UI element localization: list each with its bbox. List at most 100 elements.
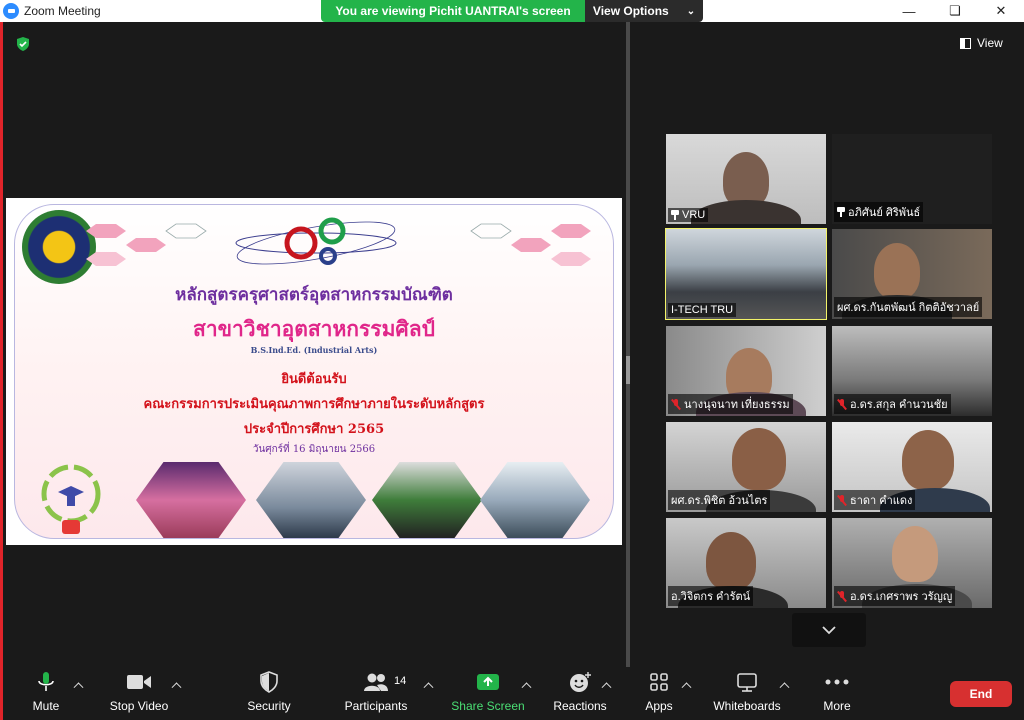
participant-name-tag: อ.ดร.เกศราพร วรัญญู xyxy=(834,586,956,606)
chevron-down-icon xyxy=(822,626,836,635)
participant-tile[interactable]: อภิศันย์ ศิริพันธ์ xyxy=(832,134,992,224)
person xyxy=(732,428,786,490)
whiteboard-icon xyxy=(737,673,757,692)
slide-welcome: ยินดีต้อนรับ xyxy=(281,372,347,387)
panel-divider[interactable] xyxy=(626,22,630,667)
slide-date: วันศุกร์ที่ 16 มิถุนายน 2566 xyxy=(252,444,376,455)
participant-name: อ.ดร.เกศราพร วรัญญู xyxy=(850,591,953,603)
person xyxy=(874,243,920,299)
view-options-label: View Options xyxy=(592,4,669,18)
video-options-caret[interactable] xyxy=(169,677,183,691)
slide-degree: B.S.Ind.Ed. (Industrial Arts) xyxy=(250,345,378,355)
participant-name: ธาดา คำแดง xyxy=(850,495,913,507)
participants-icon xyxy=(364,673,388,691)
participant-name-tag: ธาดา คำแดง xyxy=(834,490,916,510)
gallery-next-button[interactable] xyxy=(792,613,866,647)
participant-name: นางนุจนาท เที่ยงธรรม xyxy=(684,399,790,411)
mic-off-icon xyxy=(837,398,847,410)
participant-name-tag: อ.ดร.สกุล คำนวนชัย xyxy=(834,394,951,414)
participant-tile[interactable]: นางนุจนาท เที่ยงธรรม xyxy=(666,326,826,416)
hexagon-pattern-left xyxy=(86,223,207,266)
chevron-down-icon: ⌄ xyxy=(686,5,696,17)
mic-off-icon xyxy=(837,494,847,506)
hexagon-pattern-right xyxy=(470,223,591,266)
share-options-caret[interactable] xyxy=(519,677,533,691)
share-screen-label: Share Screen xyxy=(451,699,525,713)
participant-tile[interactable]: ผศ.ดร.กันตพัฒน์ กิตติอัชวาลย์ xyxy=(832,229,992,319)
participant-tile[interactable]: อ.วิจิตกร คำรัตน์ xyxy=(666,518,826,608)
smiley-icon xyxy=(570,672,591,692)
participant-count: 14 xyxy=(394,675,407,687)
participant-name-tag: นางนุจนาท เที่ยงธรรม xyxy=(668,394,793,414)
more-button[interactable]: More xyxy=(819,667,855,720)
video-camera-icon xyxy=(127,675,151,689)
participant-name: อภิศันย์ ศิริพันธ์ xyxy=(848,207,921,219)
participant-name-tag: อ.วิจิตกร คำรัตน์ xyxy=(668,586,754,606)
security-button[interactable]: Security xyxy=(246,667,292,720)
participant-name: I-TECH TRU xyxy=(671,304,734,316)
share-screen-button[interactable]: Share Screen xyxy=(451,667,525,720)
apps-options-caret[interactable] xyxy=(679,677,693,691)
whiteboards-button[interactable]: Whiteboards xyxy=(711,667,783,720)
apps-button[interactable]: Apps xyxy=(639,667,679,720)
more-label: More xyxy=(823,699,851,713)
minimize-icon[interactable]: — xyxy=(886,0,932,22)
stop-video-label: Stop Video xyxy=(109,699,169,713)
meeting-toolbar: Mute Stop Video Security Participants 14… xyxy=(3,667,1024,720)
participant-tile[interactable]: VRU xyxy=(666,134,826,224)
participant-name: ผศ.ดร.กันตพัฒน์ กิตติอัชวาลย์ xyxy=(837,302,980,314)
audio-options-caret[interactable] xyxy=(71,677,85,691)
reactions-button[interactable]: Reactions xyxy=(551,667,609,720)
participant-name: VRU xyxy=(682,209,706,221)
mic-off-icon xyxy=(837,590,847,602)
mute-button[interactable]: Mute xyxy=(23,667,69,720)
person xyxy=(892,526,938,582)
more-dots-icon xyxy=(825,679,849,685)
participants-label: Participants xyxy=(344,699,408,713)
pin-icon xyxy=(671,210,679,220)
person xyxy=(902,430,954,490)
participant-tile[interactable]: ธาดา คำแดง xyxy=(832,422,992,512)
participants-options-caret[interactable] xyxy=(421,677,435,691)
participant-name-tag: ผศ.ดร.กันตพัฒน์ กิตติอัชวาลย์ xyxy=(834,297,983,317)
divider-handle[interactable] xyxy=(626,356,630,384)
participant-name: อ.ดร.สกุล คำนวนชัย xyxy=(850,399,948,411)
apps-icon xyxy=(650,673,668,691)
mute-label: Mute xyxy=(32,699,60,713)
shield-icon xyxy=(17,37,29,51)
participant-name-tag: I-TECH TRU xyxy=(668,303,737,317)
whiteboards-options-caret[interactable] xyxy=(777,677,791,691)
slide-major-title: สาขาวิชาอุตสาหกรรมศิลป์ xyxy=(193,316,435,341)
participant-tile-active-speaker[interactable]: I-TECH TRU xyxy=(665,228,827,320)
view-button[interactable]: View xyxy=(960,33,1003,53)
security-label: Security xyxy=(247,699,291,713)
participant-name-tag: อภิศันย์ ศิริพันธ์ xyxy=(834,202,924,222)
slide-committee: คณะกรรมการประเมินคุณภาพการศึกษาภายในระดั… xyxy=(143,397,485,412)
view-label: View xyxy=(977,36,1003,50)
participant-tile[interactable]: อ.ดร.สกุล คำนวนชัย xyxy=(832,326,992,416)
participant-name-tag: VRU xyxy=(668,208,709,222)
stop-video-button[interactable]: Stop Video xyxy=(107,667,171,720)
participant-tile[interactable]: ผศ.ดร.พิชิต อ้วนไตร xyxy=(666,422,826,512)
gears-graphic xyxy=(235,217,397,265)
whiteboards-label: Whiteboards xyxy=(713,699,781,713)
view-options-button[interactable]: View Options ⌄ xyxy=(585,0,703,22)
reactions-label: Reactions xyxy=(553,699,607,713)
presentation-slide: หลักสูตรครุศาสตร์อุตสาหกรรมบัณฑิต สาขาวิ… xyxy=(6,198,622,545)
participant-name-tag: ผศ.ดร.พิชิต อ้วนไตร xyxy=(668,490,771,510)
lightbulb-graduation-icon xyxy=(41,464,101,534)
microphone-icon xyxy=(38,672,54,691)
participant-name: อ.วิจิตกร คำรัตน์ xyxy=(671,591,751,603)
shield-icon xyxy=(260,671,278,693)
participant-name: ผศ.ดร.พิชิต อ้วนไตร xyxy=(671,495,768,507)
end-meeting-button[interactable]: End xyxy=(950,681,1012,707)
share-banner: You are viewing Pichit UANTRAI's screen … xyxy=(321,0,703,22)
window-title: Zoom Meeting xyxy=(24,4,101,18)
apps-label: Apps xyxy=(645,699,673,713)
share-screen-icon xyxy=(477,674,499,690)
participant-tile[interactable]: อ.ดร.เกศราพร วรัญญู xyxy=(832,518,992,608)
maximize-icon[interactable]: ❏ xyxy=(932,0,978,22)
zoom-logo-icon xyxy=(3,3,19,19)
reactions-options-caret[interactable] xyxy=(599,677,613,691)
close-icon[interactable]: ✕ xyxy=(978,0,1024,22)
